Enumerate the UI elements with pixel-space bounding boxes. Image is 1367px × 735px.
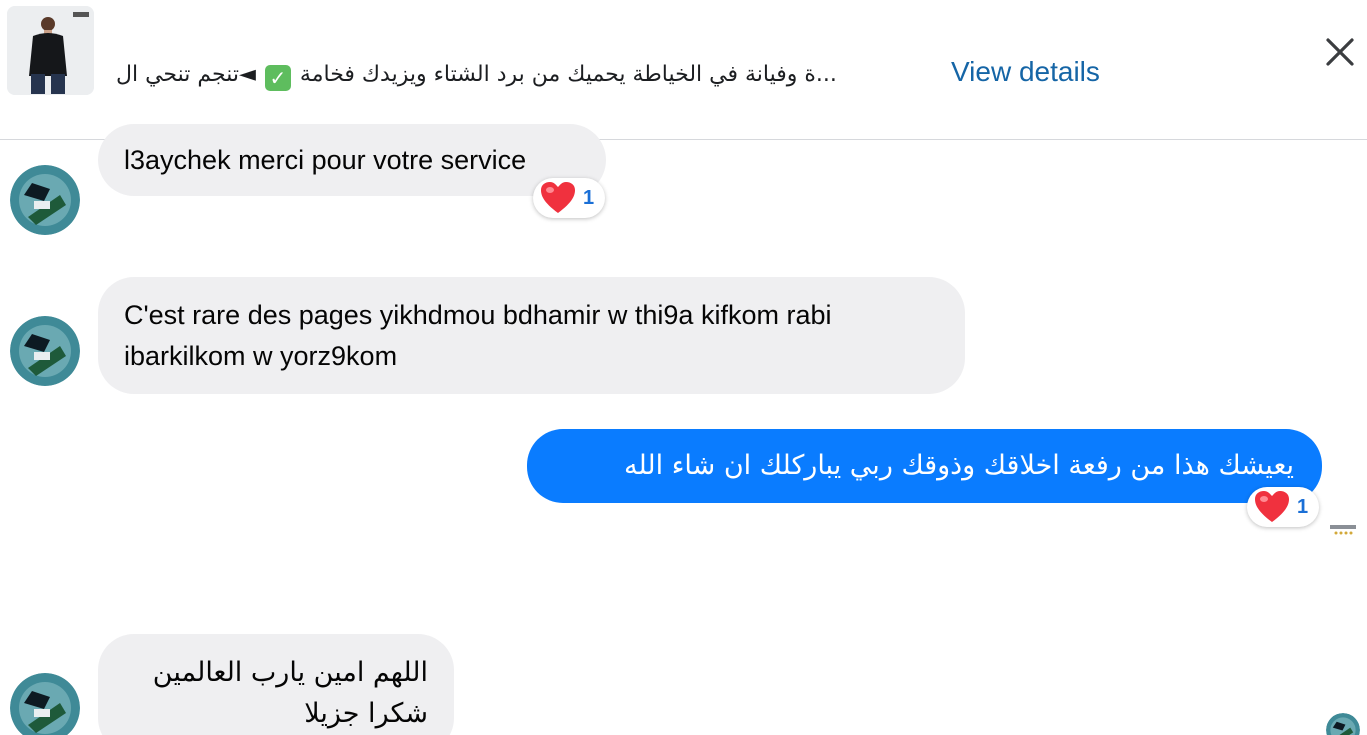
message-text-line: اللهم امين يارب العالمين [152,657,428,688]
message-text: C'est rare des pages yikhdmou bdhamir w … [124,300,832,371]
product-thumbnail[interactable] [7,6,94,95]
message-text-line: شكرا جزيلا [304,698,428,729]
message-bubble-outgoing[interactable]: يعيشك هذا من رفعة اخلاقك وذوقك ربي يبارك… [527,429,1322,503]
close-button[interactable] [1320,32,1360,72]
check-mark-icon: ✓ [264,64,291,91]
message-bubble-incoming[interactable]: اللهم امين يارب العالمين شكرا جزيلا [98,634,454,735]
contact-avatar[interactable] [10,316,80,386]
heart-icon [541,182,575,213]
message-bubble-incoming[interactable]: l3aychek merci pour votre service [98,124,606,196]
message-bubble-incoming[interactable]: C'est rare des pages yikhdmou bdhamir w … [98,277,965,394]
contact-avatar[interactable] [10,673,80,735]
product-preview: ...ة وفيانة في الخياطة يحميك من برد الشت… [116,56,837,96]
close-icon [1326,38,1354,66]
reaction-count: 1 [583,186,595,209]
view-details-link[interactable]: View details [951,56,1100,88]
message-text: l3aychek merci pour votre service [124,145,527,175]
message-text: يعيشك هذا من رفعة اخلاقك وذوقك ربي يبارك… [623,450,1294,481]
seen-avatar [1326,713,1360,735]
product-preview-tail: ◄تنجم تنحي ال [116,61,256,87]
heart-icon [1255,491,1289,522]
reaction-count: 1 [1297,495,1309,518]
seen-indicator-icon [1328,522,1358,542]
message-reaction[interactable]: 1 [533,178,605,218]
product-preview-text: ...ة وفيانة في الخياطة يحميك من برد الشت… [116,62,837,91]
product-header: ...ة وفيانة في الخياطة يحميك من برد الشت… [0,0,1367,140]
product-preview-main: ...ة وفيانة في الخياطة يحميك من برد الشت… [299,61,837,87]
message-reaction[interactable]: 1 [1247,487,1319,527]
contact-avatar[interactable] [10,165,80,235]
